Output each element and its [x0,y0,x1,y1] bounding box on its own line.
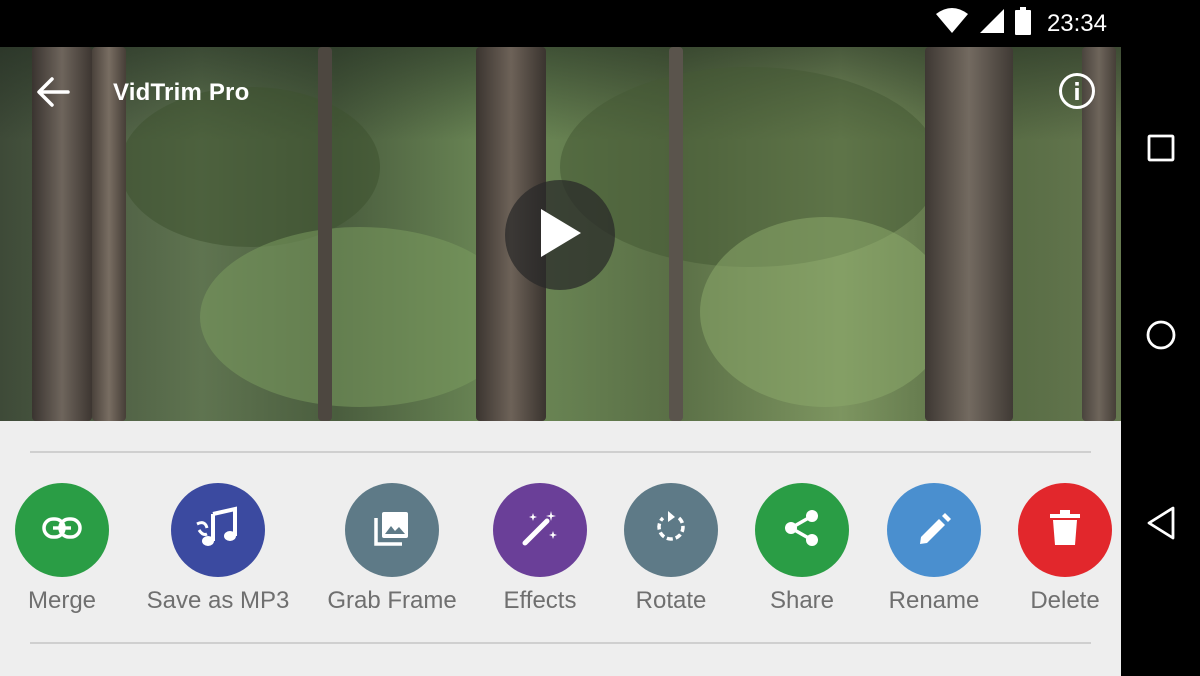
delete-circle [1018,483,1112,577]
action-row: Merge Save as MP3 Grab Frame Effects Rot… [0,483,1121,623]
foliage [200,227,520,407]
divider [30,642,1091,644]
play-icon [535,207,585,264]
home-button[interactable] [1121,297,1200,377]
circle-icon [1144,318,1178,357]
square-icon [1146,133,1176,168]
merge-circle [15,483,109,577]
status-time: 23:34 [1046,9,1107,37]
recents-button[interactable] [1121,110,1200,190]
grab-frame-circle [345,483,439,577]
app-title: VidTrim Pro [113,79,250,106]
app-bar: VidTrim Pro [0,47,1121,139]
rename-circle [887,483,981,577]
arrow-back-icon [36,76,70,112]
status-bar: 23:34 [0,0,1121,47]
info-icon [1058,72,1096,115]
info-button[interactable] [1054,70,1100,116]
save-as-mp3-label: Save as MP3 [146,587,290,614]
nav-back-button[interactable] [1121,485,1200,565]
grab-frame-button[interactable]: Grab Frame [312,483,472,615]
play-button[interactable] [505,180,615,290]
foliage [700,217,950,407]
status-icons: 23:34 [935,0,1107,47]
image-library-icon [372,508,412,553]
cellular-signal-icon [979,8,1005,39]
pencil-icon [915,509,953,552]
trash-icon [1048,509,1082,552]
divider [30,451,1091,453]
rotate-label: Rotate [635,587,707,614]
wifi-icon [935,8,969,39]
battery-icon [1014,7,1031,40]
delete-label: Delete [1030,587,1100,614]
rename-label: Rename [888,587,980,614]
save-as-mp3-button[interactable]: Save as MP3 [138,483,298,615]
music-note-icon [195,505,241,555]
magic-wand-icon [519,507,561,554]
merge-button[interactable]: Merge [0,483,142,615]
share-circle [755,483,849,577]
share-icon [782,508,822,553]
rotate-circle [624,483,718,577]
rotate-icon [651,508,691,553]
grab-frame-label: Grab Frame [327,587,457,614]
share-label: Share [769,587,835,614]
actions-panel: Merge Save as MP3 Grab Frame Effects Rot… [0,421,1121,676]
save-as-mp3-circle [171,483,265,577]
merge-label: Merge [27,587,97,614]
navigation-bar [1121,0,1200,676]
link-icon [42,516,82,545]
effects-label: Effects [503,587,577,614]
triangle-back-icon [1144,504,1178,547]
effects-circle [493,483,587,577]
back-button[interactable] [30,71,76,117]
video-preview[interactable]: VidTrim Pro [0,47,1121,421]
